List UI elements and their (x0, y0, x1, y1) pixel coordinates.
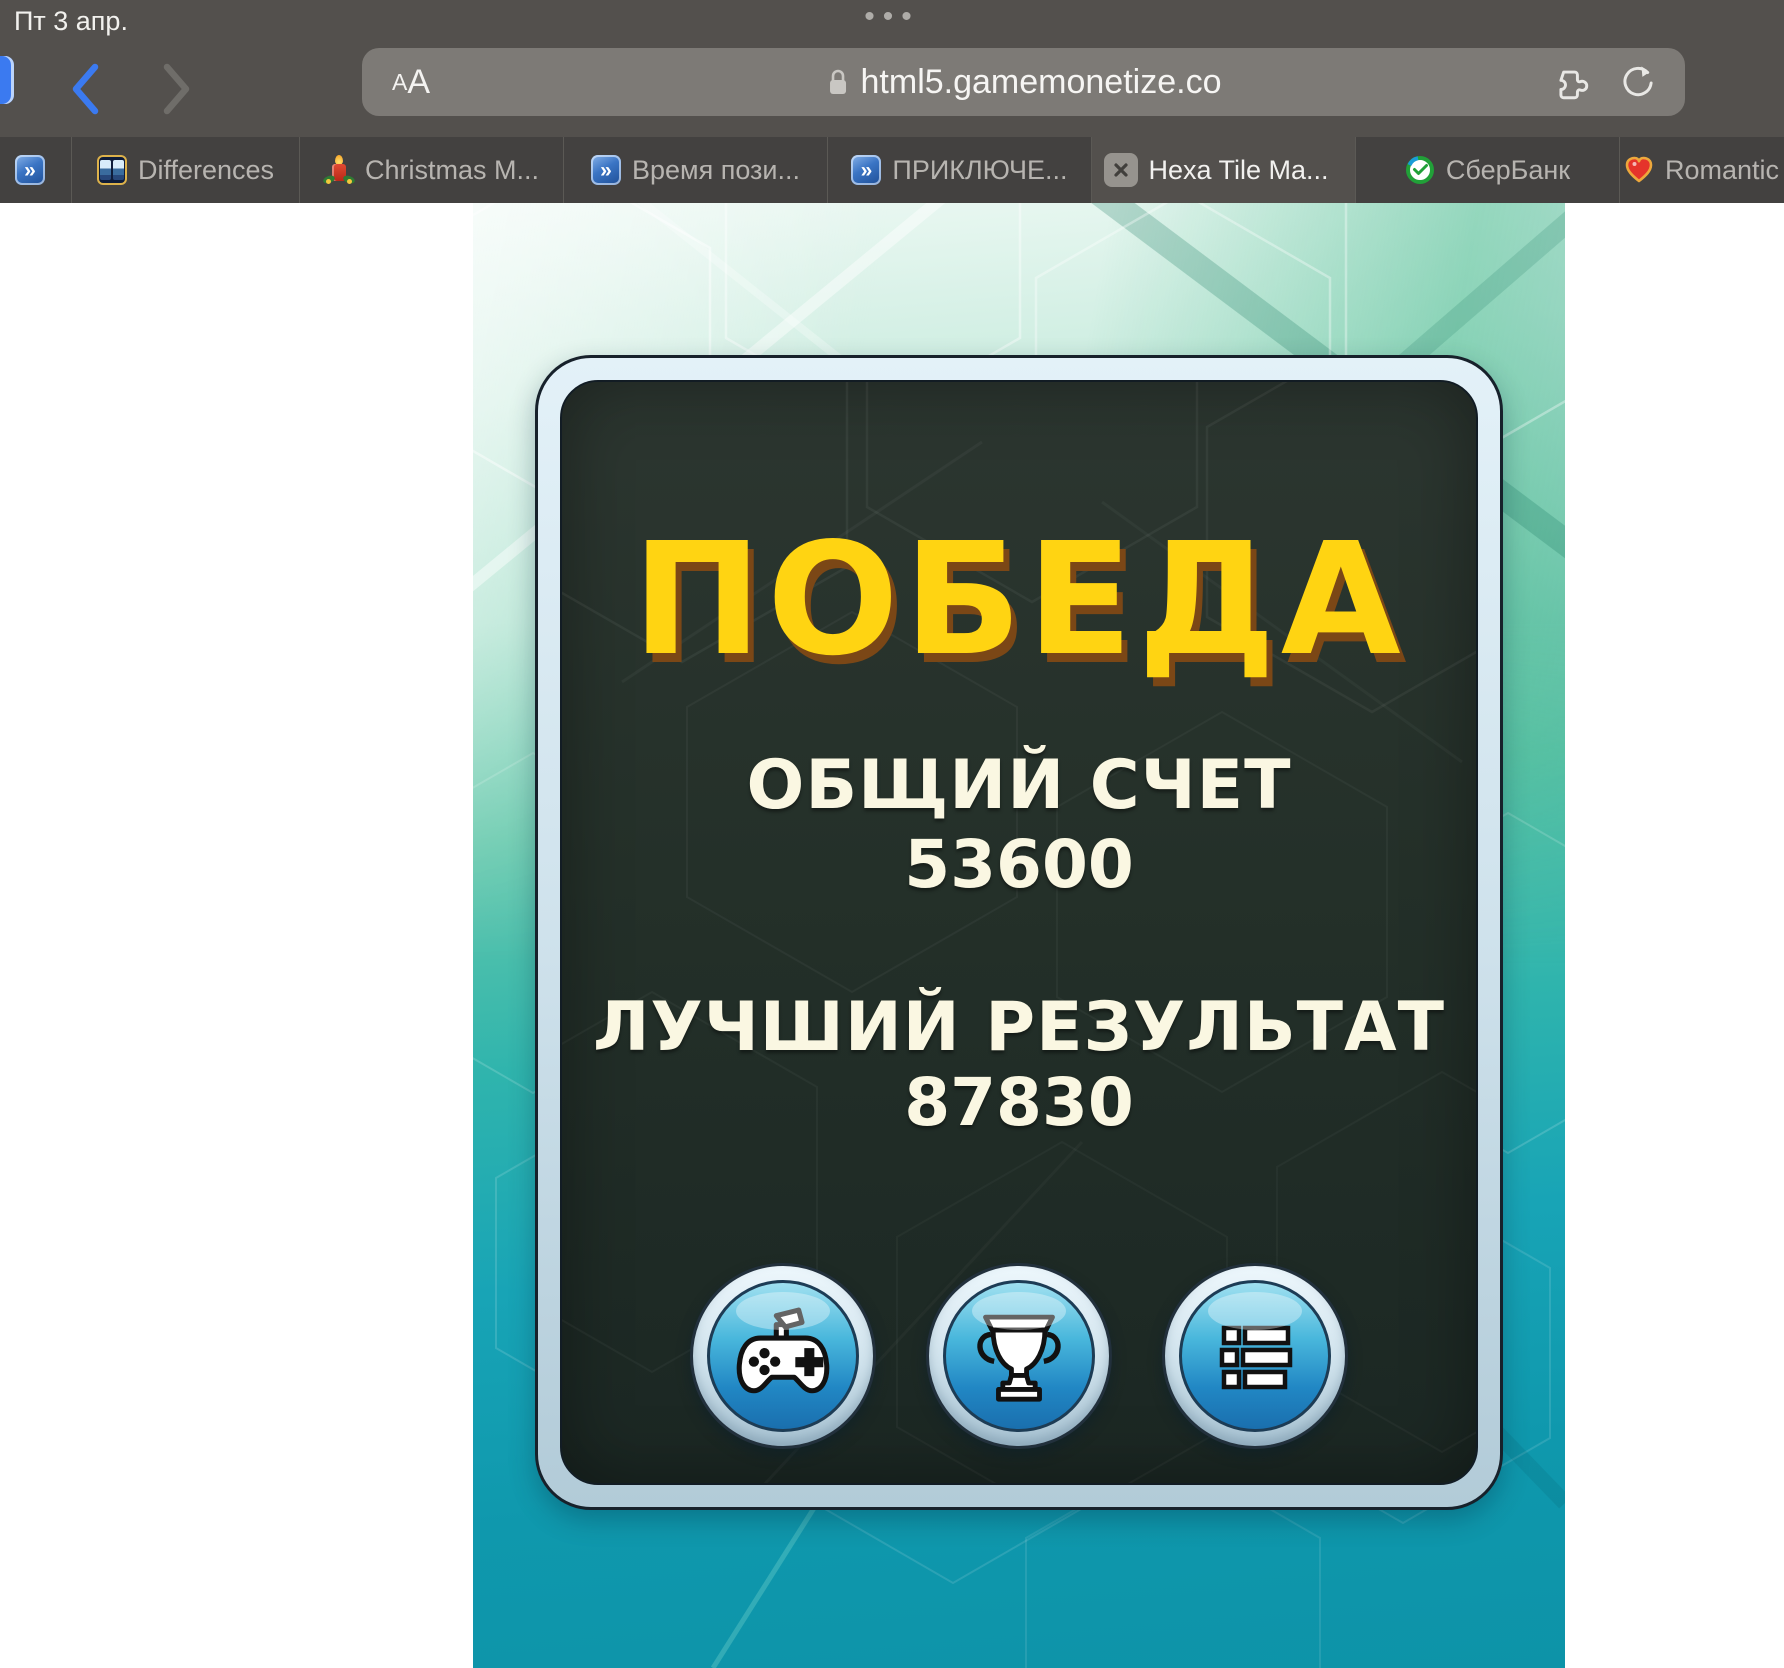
win-dialog-body: ПОБЕДА ОБЩИЙ СЧЕТ 53600 ЛУЧШИЙ РЕЗУЛЬТАТ… (560, 380, 1478, 1485)
tab-label: Romantic (1664, 154, 1780, 185)
best-score-value: 87830 (904, 1064, 1134, 1141)
heart-favicon (1625, 156, 1653, 183)
tab-label: Время пози... (631, 154, 801, 185)
best-score-label: ЛУЧШИЙ РЕЗУЛЬТАТ (592, 988, 1446, 1067)
url-text: html5.gamemonetize.co (860, 62, 1222, 101)
tab-close-button[interactable] (1104, 153, 1138, 187)
forward-chevrons-favicon: » (851, 155, 882, 185)
tab-label: ПРИКЛЮЧЕ... (892, 154, 1068, 185)
tab-bar: » Differences Christmas M... » Время поз… (0, 137, 1784, 203)
achievements-button-face (943, 1280, 1095, 1432)
tab-hexa-tile-active[interactable]: Hexa Tile Ma... (1092, 137, 1356, 203)
tab-partial-left[interactable]: » (0, 137, 72, 203)
reader-view-button[interactable]: AA (392, 48, 430, 116)
reload-icon[interactable] (1617, 62, 1659, 104)
browser-chrome: Пт 3 апр. ••• AA html5.gamemonetize.co »… (0, 0, 1784, 203)
gamepad-icon (736, 1307, 830, 1394)
achievements-button[interactable] (926, 1263, 1112, 1449)
game-canvas: ПОБЕДА ОБЩИЙ СЧЕТ 53600 ЛУЧШИЙ РЕЗУЛЬТАТ… (473, 203, 1565, 1668)
url-bar[interactable]: AA html5.gamemonetize.co (362, 48, 1685, 116)
tab-differences[interactable]: Differences (72, 137, 300, 203)
total-score-label: ОБЩИЙ СЧЕТ (746, 746, 1292, 825)
victory-title: ПОБЕДА (632, 509, 1406, 690)
tab-label: СберБанк (1445, 154, 1571, 185)
tab-romantic[interactable]: Romantic (1620, 137, 1783, 203)
tab-christmas[interactable]: Christmas M... (300, 137, 564, 203)
page-content: ПОБЕДА ОБЩИЙ СЧЕТ 53600 ЛУЧШИЙ РЕЗУЛЬТАТ… (0, 203, 1784, 1668)
leaderboard-button-face (1179, 1280, 1331, 1432)
play-again-button-face (707, 1280, 859, 1432)
status-date: Пт 3 апр. (14, 6, 128, 36)
play-again-button[interactable] (690, 1263, 876, 1449)
url-address: html5.gamemonetize.co (826, 48, 1222, 116)
tab-vremya[interactable]: » Время пози... (564, 137, 828, 203)
christmas-candle-favicon (322, 155, 356, 185)
leaderboard-button[interactable] (1162, 1263, 1348, 1449)
forward-button[interactable] (158, 62, 196, 116)
differences-favicon (96, 155, 127, 185)
forward-chevrons-favicon: » (590, 155, 621, 185)
tab-sberbank[interactable]: СберБанк (1356, 137, 1620, 203)
list-icon (1219, 1325, 1293, 1390)
reader-a-large: A (407, 62, 431, 101)
total-score-value: 53600 (904, 826, 1134, 903)
navigation-toolbar: AA html5.gamemonetize.co (0, 40, 1784, 137)
tab-priklyuche[interactable]: » ПРИКЛЮЧЕ... (828, 137, 1092, 203)
sidebar-icon[interactable] (0, 56, 14, 104)
tab-label: Hexa Tile Ma... (1148, 154, 1329, 185)
lock-icon (829, 69, 846, 94)
trophy-icon (977, 1314, 1061, 1402)
dialog-button-row (562, 1263, 1476, 1449)
safari-window: Пт 3 апр. ••• AA html5.gamemonetize.co »… (0, 0, 1784, 1668)
tab-label: Christmas M... (364, 154, 539, 185)
tab-label: Differences (137, 154, 275, 185)
window-controls-dots[interactable]: ••• (864, 0, 920, 34)
win-dialog-panel: ПОБЕДА ОБЩИЙ СЧЕТ 53600 ЛУЧШИЙ РЕЗУЛЬТАТ… (535, 355, 1503, 1510)
reader-a-small: A (392, 68, 408, 95)
status-bar: Пт 3 апр. ••• (0, 0, 1784, 40)
forward-chevrons-favicon: » (15, 155, 45, 185)
sberbank-favicon (1405, 156, 1434, 184)
extensions-puzzle-icon[interactable] (1549, 62, 1593, 106)
back-button[interactable] (66, 62, 104, 116)
close-icon (1114, 163, 1128, 177)
